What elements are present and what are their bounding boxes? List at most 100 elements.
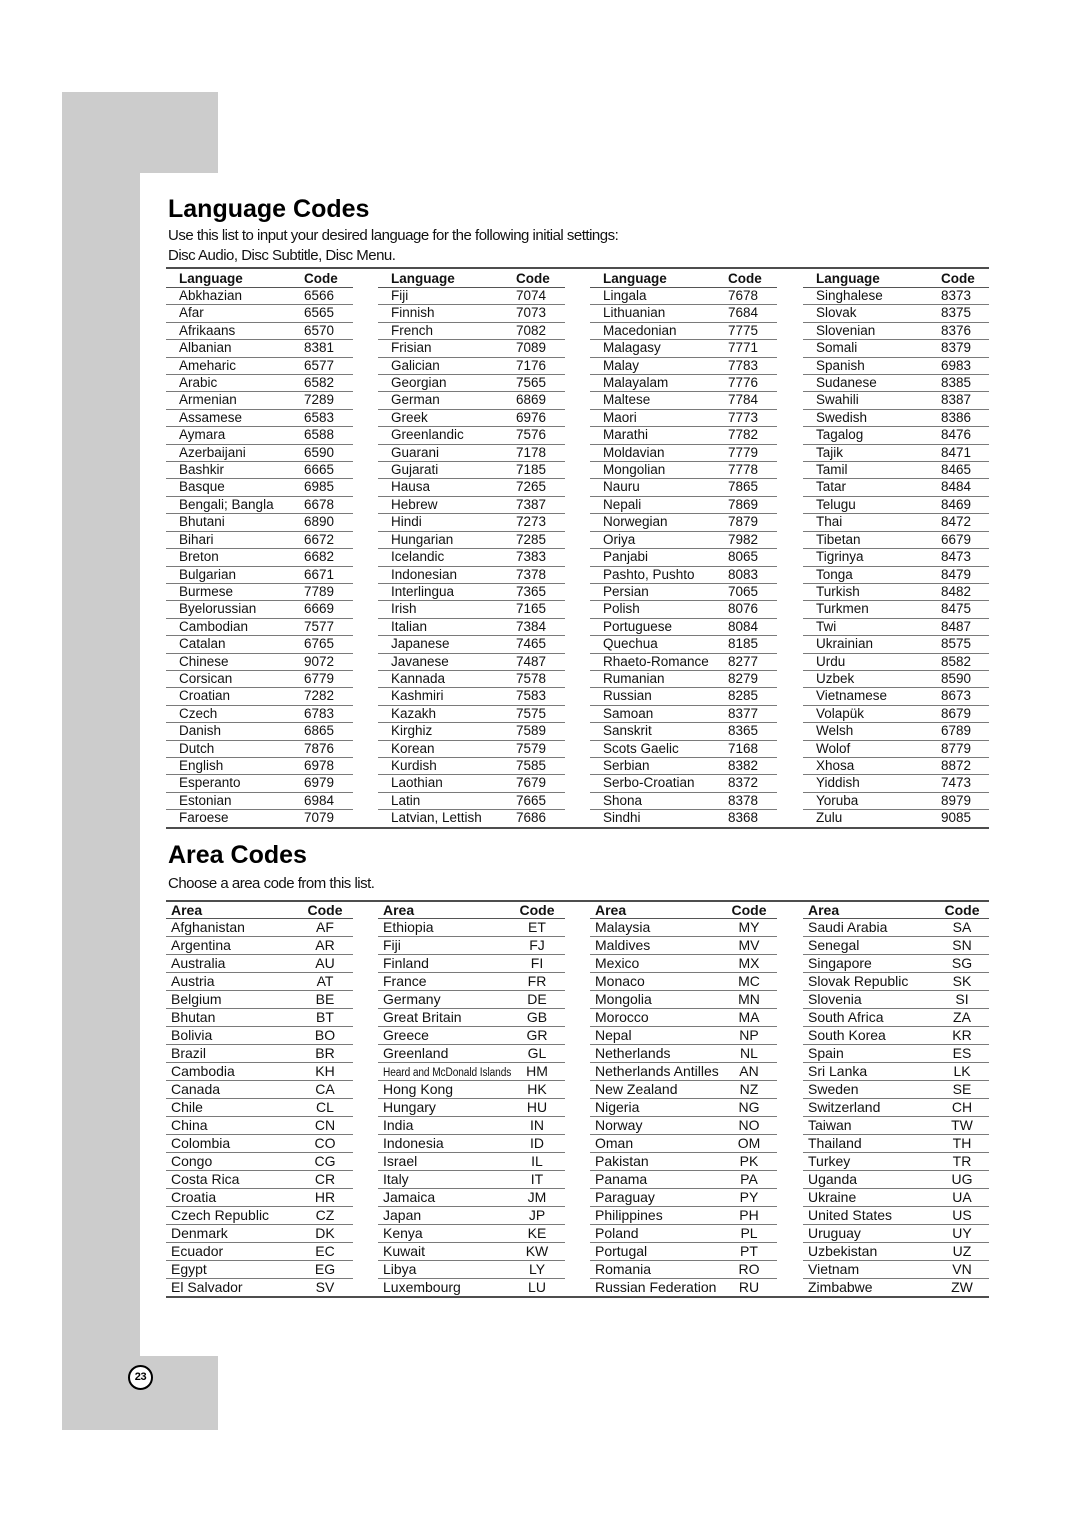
area-name: Paraguay <box>595 1189 655 1205</box>
table-row: Russian Federation RU <box>590 1279 777 1297</box>
table-row: Romania RO <box>590 1261 777 1279</box>
table-row: Ukrainian 8575 <box>803 636 989 654</box>
language-code: 6979 <box>304 775 335 791</box>
section-intro-line: Choose a area code from this list. <box>168 875 375 892</box>
column-header-code: Code <box>516 271 550 286</box>
area-code: AF <box>316 919 334 935</box>
language-code: 7775 <box>728 322 759 338</box>
area-code: EC <box>315 1243 335 1259</box>
language-code: 7776 <box>728 375 759 391</box>
language-name: Bashkir <box>179 462 225 478</box>
table-row: Macedonian 7775 <box>590 322 777 341</box>
table-row: Tigrinya 8473 <box>803 549 989 567</box>
table-row: Afrikaans 6570 <box>166 323 353 341</box>
area-code: AN <box>739 1063 759 1079</box>
area-code: FI <box>530 955 544 971</box>
table-row: Yoruba 8979 <box>803 793 989 811</box>
table-row: Vietnam VN <box>803 1261 989 1279</box>
language-name: Portuguese <box>603 618 673 634</box>
table-row: Lithuanian 7684 <box>590 305 777 323</box>
area-code: MN <box>738 991 760 1007</box>
table-row: New Zealand NZ <box>590 1081 777 1099</box>
language-code: 7079 <box>304 810 335 826</box>
area-name: South Africa <box>808 1009 884 1025</box>
table-row: Afar 6565 <box>166 305 353 323</box>
language-code: 6678 <box>304 496 335 512</box>
language-code: 6869 <box>516 392 547 408</box>
table-row: Marathi 7782 <box>590 427 777 445</box>
page-number-badge: 23 <box>128 1365 153 1390</box>
language-name: Interlingua <box>391 583 455 599</box>
language-code: 6583 <box>304 409 335 425</box>
language-code: 7583 <box>516 688 547 704</box>
language-name: French <box>391 322 434 338</box>
language-code: 8368 <box>728 810 759 826</box>
language-code: 6590 <box>304 444 335 460</box>
language-name: Xhosa <box>816 757 855 773</box>
table-row: Poland PL <box>590 1225 777 1243</box>
area-code: UA <box>952 1189 972 1205</box>
section-title: Area Codes <box>168 841 307 869</box>
column-header-code: Code <box>941 271 975 286</box>
table-row: France FR <box>378 973 565 991</box>
area-code: MA <box>738 1009 760 1025</box>
language-code: 8378 <box>728 792 759 808</box>
table-row: Xhosa 8872 <box>803 757 989 776</box>
language-code: 7365 <box>516 583 547 599</box>
table-row: Interlingua 7365 <box>378 583 565 602</box>
language-name: Shona <box>603 792 643 808</box>
language-name: Tagalog <box>816 427 864 443</box>
table-row: Galician 7176 <box>378 358 565 376</box>
language-name: Somali <box>816 340 858 356</box>
column-header-code: Code <box>731 902 767 918</box>
language-code: 6783 <box>304 705 335 721</box>
language-code: 7678 <box>728 288 759 303</box>
language-code: 7073 <box>516 305 547 321</box>
language-name: Laothian <box>391 775 443 791</box>
area-code: MC <box>738 973 760 989</box>
table-row: Abkhazian 6566 <box>166 288 353 306</box>
language-code: 6566 <box>304 288 335 303</box>
area-code: CO <box>314 1135 336 1151</box>
language-name: Serbian <box>603 757 650 773</box>
area-code: KH <box>315 1063 335 1079</box>
table-row: Bhutani 6890 <box>166 514 353 532</box>
language-code: 8365 <box>728 723 759 739</box>
area-name: Israel <box>383 1153 418 1169</box>
table-row: Brazil BR <box>166 1045 353 1063</box>
language-code: 7778 <box>728 462 759 478</box>
table-row: Pakistan PK <box>590 1153 777 1171</box>
area-code: IN <box>530 1117 544 1133</box>
area-code: FR <box>527 973 547 989</box>
language-code: 7879 <box>728 514 759 530</box>
table-row: Kirghiz 7589 <box>378 723 565 741</box>
column-header-code: Code <box>519 902 555 918</box>
area-name: Netherlands Antilles <box>595 1063 719 1079</box>
area-code: SI <box>955 991 969 1007</box>
area-code: NG <box>738 1099 760 1115</box>
table-row: Italy IT <box>378 1171 565 1189</box>
table-row: Costa Rica CR <box>166 1171 353 1189</box>
table-row: Bengali; Bangla 6678 <box>166 496 353 515</box>
table-row: Frisian 7089 <box>378 340 565 358</box>
language-code: 8479 <box>941 566 972 582</box>
table-row: Indonesian 7378 <box>378 567 565 584</box>
section-intro-line: Disc Audio, Disc Subtitle, Disc Menu. <box>168 247 396 264</box>
area-name: Finland <box>383 955 429 971</box>
language-name: Hebrew <box>391 496 438 512</box>
language-name: Tatar <box>816 479 847 495</box>
area-name: Russian Federation <box>595 1279 717 1295</box>
language-code: 8872 <box>941 757 972 773</box>
table-row: Vietnamese 8673 <box>803 688 989 706</box>
table-row: Zimbabwe ZW <box>803 1279 989 1297</box>
language-name: Georgian <box>391 375 447 391</box>
table-row: Tibetan 6679 <box>803 532 989 550</box>
language-name: Welsh <box>816 723 854 739</box>
language-code: 8076 <box>728 601 759 617</box>
language-code: 8590 <box>941 670 972 686</box>
area-name: Ethiopia <box>383 919 434 935</box>
table-row: Tamil 8465 <box>803 462 989 480</box>
table-row: Paraguay PY <box>590 1189 777 1207</box>
table-row: Egypt EG <box>166 1261 353 1279</box>
section-intro-line: Use this list to input your desired lang… <box>168 227 619 244</box>
